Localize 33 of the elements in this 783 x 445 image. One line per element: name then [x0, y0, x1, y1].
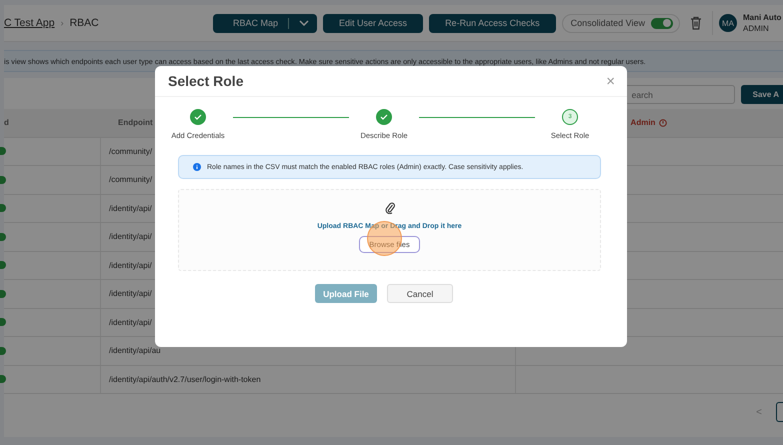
map-split-button[interactable]: RBAC Map — [213, 14, 318, 32]
cancel-button[interactable]: Cancel — [387, 284, 453, 303]
info-icon — [193, 163, 201, 171]
endpoint-cell: /identity/api/ — [109, 289, 152, 298]
dialog-title: Select Role — [168, 73, 244, 89]
user-role: ADMIN — [743, 24, 770, 33]
page-button[interactable] — [776, 402, 783, 422]
trash-icon[interactable] — [690, 16, 702, 30]
column-header: d — [4, 117, 10, 130]
paperclip-icon — [384, 201, 394, 214]
save-button[interactable]: Save A — [740, 85, 783, 104]
header-button[interactable]: Re-Run Access Checks — [429, 14, 556, 32]
endpoint-cell: /identity/api/auth/v2.7/user/login-with-token — [109, 374, 261, 384]
endpoint-cell: /identity/api/ — [109, 204, 152, 213]
endpoint-cell: /identity/api/ — [109, 318, 152, 327]
endpoint-cell: /identity/api/au — [109, 346, 161, 356]
breadcrumb-current: RBAC — [70, 17, 99, 29]
user-name: Mani Auto — [743, 13, 782, 22]
endpoint-cell: /community/ — [109, 175, 152, 184]
endpoint-cell: /identity/api/ — [109, 260, 152, 270]
toggle-switch[interactable] — [651, 18, 673, 28]
toggle-label: Consolidated View — [570, 18, 645, 28]
breadcrumb-separator: › — [60, 18, 64, 28]
search-field[interactable]: earch — [624, 85, 735, 104]
endpoint-cell: /community/ — [109, 146, 152, 156]
user-avatar[interactable]: MA — [719, 14, 737, 32]
alert-icon — [659, 118, 668, 127]
header-button[interactable]: Edit User Access — [323, 14, 424, 32]
close-button[interactable]: × — [606, 72, 615, 90]
caret-icon — [299, 20, 310, 26]
breadcrumb-link[interactable]: C Test App — [4, 17, 55, 29]
column-header: Endpoint — [118, 118, 153, 128]
endpoint-cell: /identity/api/ — [109, 232, 152, 242]
